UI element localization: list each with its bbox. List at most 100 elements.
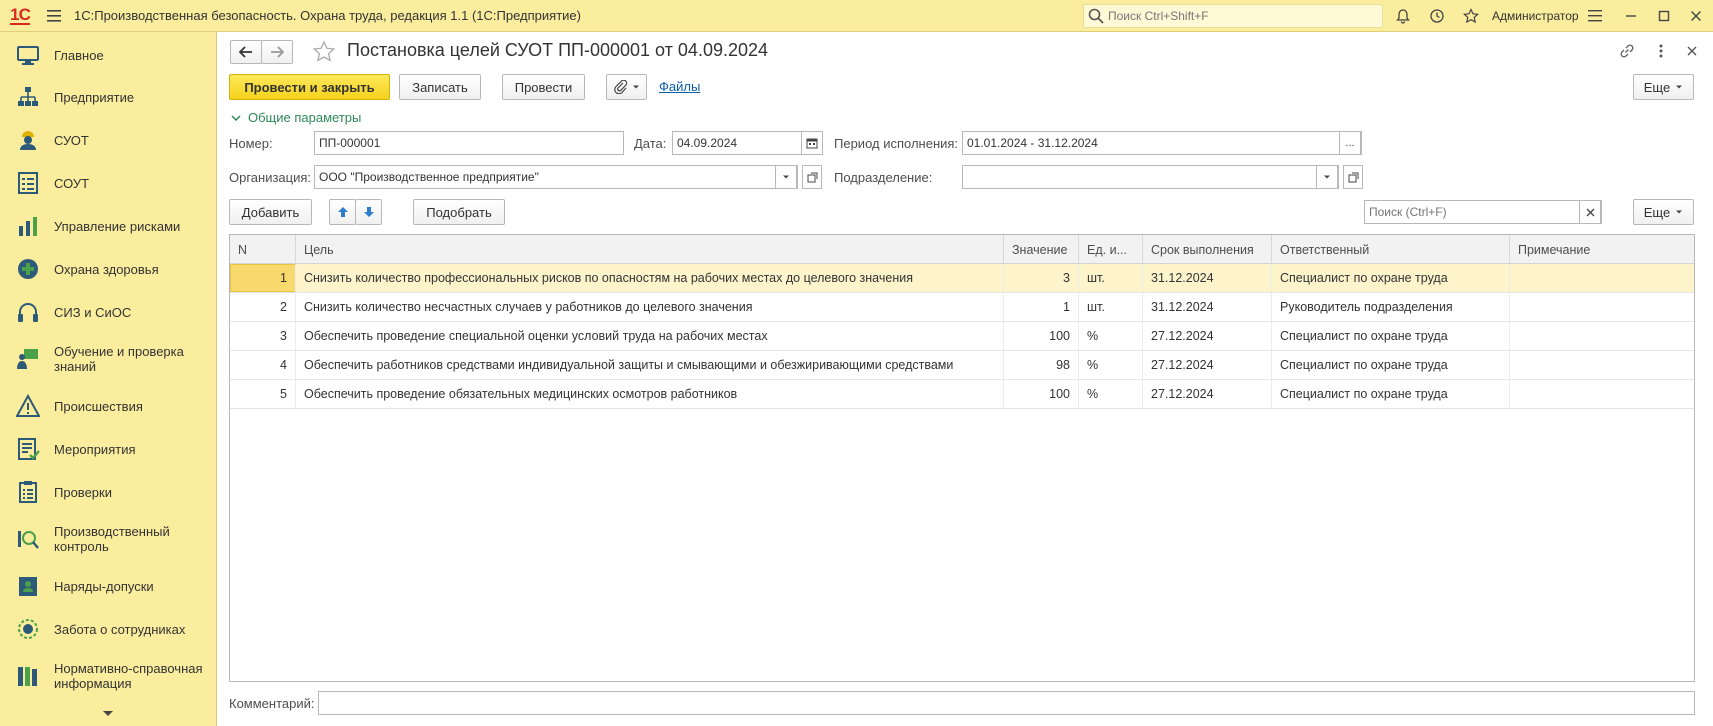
sidebar-item-risk-management[interactable]: Управление рисками: [0, 209, 217, 243]
cell-goal[interactable]: Снизить количество профессиональных риск…: [296, 264, 1004, 292]
minimize-button[interactable]: [1619, 4, 1643, 28]
column-header-value[interactable]: Значение: [1004, 235, 1079, 264]
cell-unit[interactable]: %: [1079, 380, 1143, 408]
link-button[interactable]: [1618, 42, 1638, 62]
cell-deadline[interactable]: 31.12.2024: [1143, 293, 1272, 321]
sidebar-item-production-control[interactable]: Производственный контроль: [0, 518, 217, 560]
cell-value[interactable]: 1: [1004, 293, 1079, 321]
sidebar-item-sout[interactable]: СОУТ: [0, 166, 217, 200]
table-row[interactable]: 4 Обеспечить работников средствами индив…: [230, 351, 1694, 380]
cell-n[interactable]: 1: [230, 264, 296, 292]
cell-responsible[interactable]: Специалист по охране труда: [1272, 380, 1510, 408]
sidebar-item-health[interactable]: Охрана здоровья: [0, 252, 217, 286]
organization-dropdown-button[interactable]: [775, 165, 797, 189]
cell-value[interactable]: 100: [1004, 380, 1079, 408]
cell-value[interactable]: 98: [1004, 351, 1079, 379]
maximize-button[interactable]: [1652, 4, 1676, 28]
table-search-field[interactable]: [1364, 200, 1602, 224]
cell-n[interactable]: 3: [230, 322, 296, 350]
goals-table[interactable]: N Цель Значение Ед. и... Срок выполнения…: [229, 234, 1695, 682]
sidebar-item-ppe[interactable]: СИЗ и СиОС: [0, 295, 217, 329]
sidebar-item-main[interactable]: Главное: [0, 38, 217, 72]
post-and-close-button[interactable]: Провести и закрыть: [229, 74, 390, 100]
comment-field[interactable]: [318, 691, 1695, 715]
more-button[interactable]: Еще: [1633, 74, 1694, 100]
cell-goal[interactable]: Обеспечить проведение обязательных медиц…: [296, 380, 1004, 408]
move-down-button[interactable]: [355, 199, 382, 225]
cell-responsible[interactable]: Руководитель подразделения: [1272, 293, 1510, 321]
favorites-button[interactable]: [1459, 4, 1483, 28]
back-button[interactable]: [230, 40, 262, 64]
move-up-button[interactable]: [329, 199, 356, 225]
cell-note[interactable]: [1510, 380, 1694, 408]
number-field[interactable]: ПП-000001: [314, 131, 624, 155]
column-header-n[interactable]: N: [230, 235, 296, 264]
attachments-button[interactable]: [606, 74, 647, 100]
add-to-favorites-button[interactable]: [312, 40, 336, 64]
cell-note[interactable]: [1510, 322, 1694, 350]
organization-open-button[interactable]: [802, 165, 822, 189]
sidebar-item-activities[interactable]: Мероприятия: [0, 432, 217, 466]
date-field[interactable]: 04.09.2024: [672, 131, 823, 155]
pick-button[interactable]: Подобрать: [413, 199, 505, 225]
organization-field[interactable]: ООО "Производственное предприятие": [314, 165, 798, 189]
cell-n[interactable]: 2: [230, 293, 296, 321]
forward-button[interactable]: [261, 40, 293, 64]
column-header-unit[interactable]: Ед. и...: [1079, 235, 1143, 264]
cell-deadline[interactable]: 27.12.2024: [1143, 351, 1272, 379]
save-button[interactable]: Записать: [399, 74, 481, 100]
table-row[interactable]: 2 Снизить количество несчастных случаев …: [230, 293, 1694, 322]
global-search-input[interactable]: [1108, 9, 1378, 23]
cell-note[interactable]: [1510, 293, 1694, 321]
close-window-button[interactable]: [1684, 4, 1708, 28]
sidebar-item-work-permits[interactable]: Наряды-допуски: [0, 569, 217, 603]
cell-responsible[interactable]: Специалист по охране труда: [1272, 322, 1510, 350]
cell-value[interactable]: 100: [1004, 322, 1079, 350]
department-dropdown-button[interactable]: [1316, 165, 1338, 189]
sidebar-item-incidents[interactable]: Происшествия: [0, 389, 217, 423]
cell-responsible[interactable]: Специалист по охране труда: [1272, 264, 1510, 292]
sidebar-item-training[interactable]: Обучение и проверка знаний: [0, 338, 217, 380]
history-button[interactable]: [1425, 4, 1449, 28]
sidebar-scroll-down-button[interactable]: [100, 705, 116, 721]
sidebar-item-suot[interactable]: СУОТ: [0, 123, 217, 157]
period-select-button[interactable]: ...: [1339, 131, 1361, 155]
calendar-button[interactable]: [801, 131, 823, 155]
current-user[interactable]: Администратор: [1492, 9, 1579, 23]
notifications-button[interactable]: [1391, 4, 1415, 28]
cell-n[interactable]: 5: [230, 380, 296, 408]
add-row-button[interactable]: Добавить: [229, 199, 312, 225]
general-params-group[interactable]: Общие параметры: [230, 110, 361, 125]
app-logo[interactable]: 1С: [0, 0, 40, 32]
files-link[interactable]: Файлы: [659, 79, 700, 94]
post-button[interactable]: Провести: [502, 74, 585, 100]
column-header-goal[interactable]: Цель: [296, 235, 1004, 264]
period-field[interactable]: 01.01.2024 - 31.12.2024 ...: [962, 131, 1362, 155]
cell-goal[interactable]: Обеспечить работников средствами индивид…: [296, 351, 1004, 379]
cell-responsible[interactable]: Специалист по охране труда: [1272, 351, 1510, 379]
column-header-responsible[interactable]: Ответственный: [1272, 235, 1510, 264]
department-field[interactable]: [962, 165, 1339, 189]
clear-search-button[interactable]: [1579, 200, 1601, 224]
cell-unit[interactable]: шт.: [1079, 293, 1143, 321]
cell-deadline[interactable]: 31.12.2024: [1143, 264, 1272, 292]
cell-value[interactable]: 3: [1004, 264, 1079, 292]
cell-goal[interactable]: Снизить количество несчастных случаев у …: [296, 293, 1004, 321]
settings-menu-button[interactable]: [1583, 4, 1607, 28]
sidebar-item-enterprise[interactable]: Предприятие: [0, 80, 217, 114]
cell-unit[interactable]: шт.: [1079, 264, 1143, 292]
table-row[interactable]: 5 Обеспечить проведение обязательных мед…: [230, 380, 1694, 409]
table-search-input[interactable]: [1369, 205, 1569, 219]
column-header-note[interactable]: Примечание: [1510, 235, 1694, 264]
cell-deadline[interactable]: 27.12.2024: [1143, 380, 1272, 408]
table-more-button[interactable]: Еще: [1633, 199, 1694, 225]
cell-unit[interactable]: %: [1079, 351, 1143, 379]
cell-note[interactable]: [1510, 351, 1694, 379]
close-form-button[interactable]: [1683, 42, 1703, 62]
more-actions-button[interactable]: [1652, 42, 1672, 62]
main-menu-button[interactable]: [40, 0, 68, 32]
cell-unit[interactable]: %: [1079, 322, 1143, 350]
table-row[interactable]: 3 Обеспечить проведение специальной оцен…: [230, 322, 1694, 351]
column-header-deadline[interactable]: Срок выполнения: [1143, 235, 1272, 264]
cell-goal[interactable]: Обеспечить проведение специальной оценки…: [296, 322, 1004, 350]
